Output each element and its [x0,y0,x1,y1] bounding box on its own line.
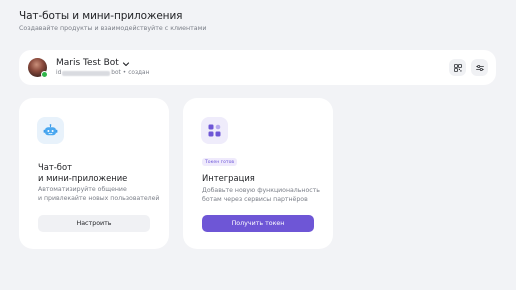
bot-status-separator: • [122,70,127,76]
configure-button[interactable]: Настроить [38,215,150,232]
bot-id-suffix: bot [111,70,121,76]
token-ready-badge: Токен готов [202,158,238,166]
chevron-down-icon[interactable] [122,60,130,68]
chatbot-title: Чат-бот и мини-приложение [38,162,127,183]
bot-id-redacted [62,70,111,76]
bot-id-prefix: id [56,70,62,76]
get-token-button[interactable]: Получить токен [202,215,314,232]
chatbot-title-line1: Чат-бот [38,162,72,172]
chatbot-icon-wrap [37,117,64,144]
bot-card: Maris Test Bot id bot • создан [19,50,496,85]
chatbot-card: Чат-бот и мини-приложение Автоматизируйт… [19,98,169,249]
integration-icon-wrap [201,117,228,144]
bot-id-row: id bot • создан [56,70,149,76]
online-status-indicator [41,71,48,78]
bot-status: создан [128,70,150,76]
chatbot-desc-line1: Автоматизируйте общение [38,186,127,193]
bot-name[interactable]: Maris Test Bot [56,58,119,68]
integration-title: Интеграция [202,173,255,183]
qr-code-button[interactable] [449,59,466,76]
integration-description: Добавьте новую функциональность ботам че… [202,186,320,204]
chatbot-description: Автоматизируйте общение и привлекайте но… [38,185,159,203]
sliders-icon [475,64,484,71]
integration-card: Токен готов Интеграция Добавьте новую фу… [183,98,333,249]
integration-desc-line1: Добавьте новую функциональность [202,187,320,194]
settings-button[interactable] [471,59,488,76]
integration-desc-line2: ботам через сервисы партнёров [202,196,308,203]
qr-code-icon [453,63,462,72]
robot-icon [43,123,58,135]
chatbot-desc-line2: и привлекайте новых пользователей [38,195,160,202]
chatbot-title-line2: и мини-приложение [38,172,128,183]
page-subtitle: Создавайте продукты и взаимодействуйте с… [19,25,207,32]
page-title: Чат-боты и мини-приложения [19,10,183,22]
apps-icon [208,124,221,137]
